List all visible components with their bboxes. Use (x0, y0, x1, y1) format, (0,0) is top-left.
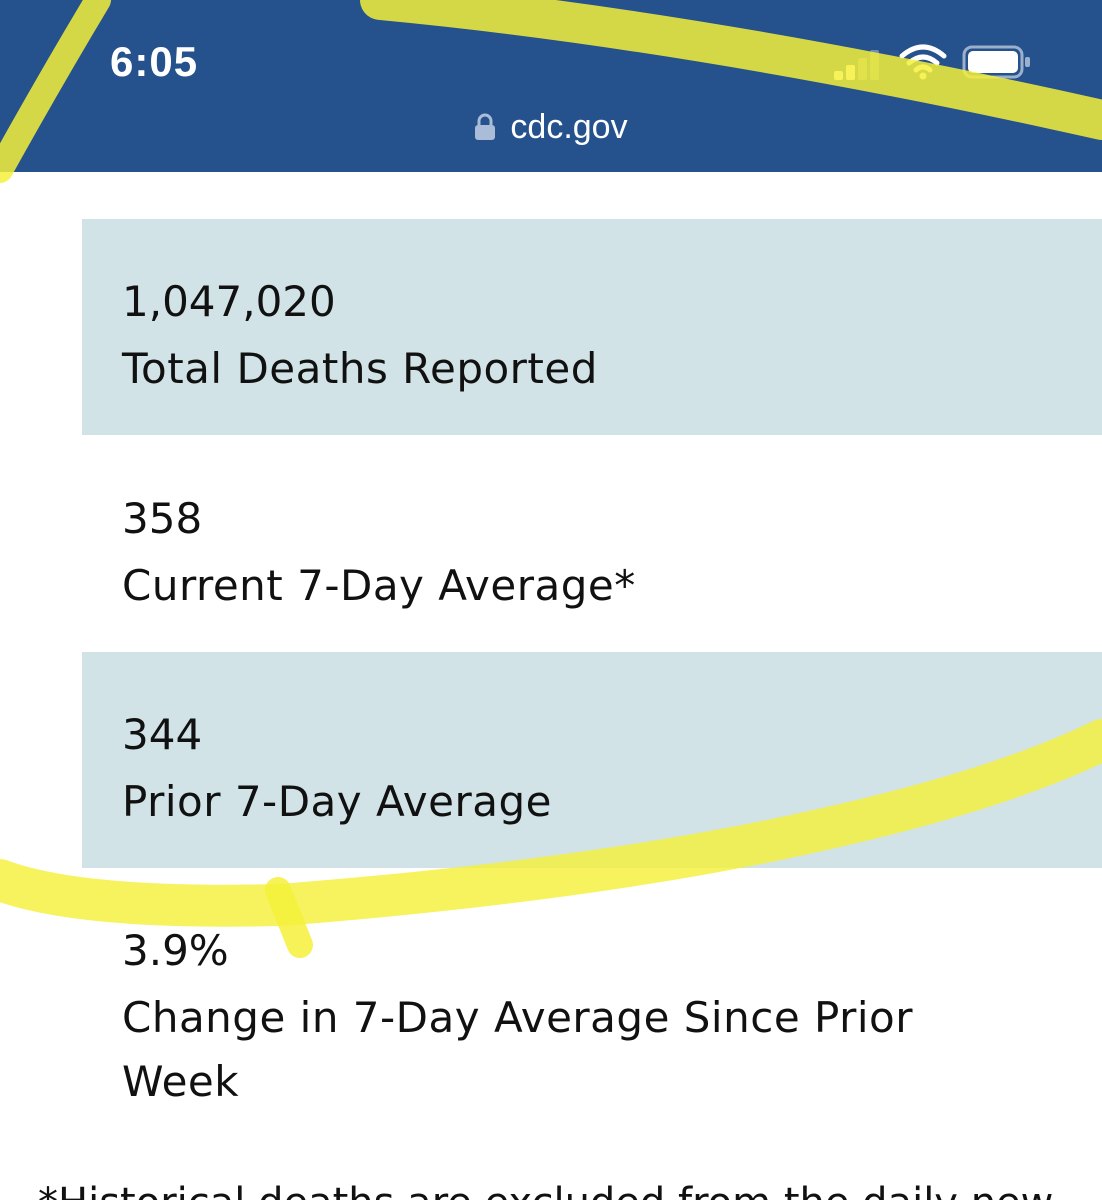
status-time: 6:05 (110, 38, 199, 85)
wifi-icon (899, 44, 947, 80)
browser-header: 6:05 cdc.gov (0, 0, 1102, 172)
page: 6:05 cdc.gov 1,047,020 Total Deaths Repo… (0, 0, 1102, 1200)
stat-total-deaths: 1,047,020 Total Deaths Reported (82, 219, 1102, 435)
stat-label: Prior 7-Day Average (122, 777, 552, 826)
stat-value: 358 (122, 494, 203, 543)
lock-icon (475, 113, 496, 140)
stat-current-average: 358 Current 7-Day Average* (82, 436, 1102, 652)
stat-weekly-change: 3.9% Change in 7-Day Average Since Prior… (82, 868, 1102, 1148)
stat-label: Current 7-Day Average* (122, 561, 636, 610)
stat-value: 344 (122, 710, 203, 759)
stat-label: Total Deaths Reported (122, 344, 598, 393)
stat-prior-average: 344 Prior 7-Day Average (82, 652, 1102, 868)
footnote: *Historical deaths are excluded from the… (38, 1180, 1053, 1200)
battery-icon (962, 45, 1030, 79)
address-bar[interactable]: cdc.gov (0, 108, 1102, 147)
stat-label: Change in 7-Day Average Since Prior Week (122, 993, 913, 1106)
url-text: cdc.gov (510, 108, 628, 146)
cellular-signal-icon (834, 50, 882, 80)
stat-value: 1,047,020 (122, 277, 336, 326)
stat-value: 3.9% (122, 926, 229, 975)
